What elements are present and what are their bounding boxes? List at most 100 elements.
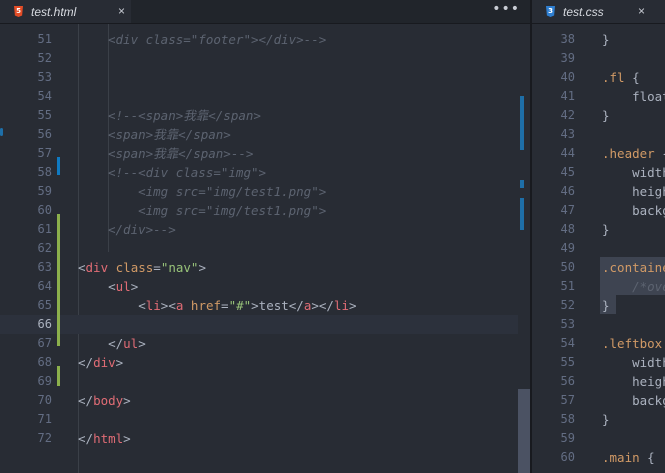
- code-line[interactable]: 61 </div>-->: [0, 220, 530, 239]
- code-line[interactable]: 58}: [532, 410, 665, 429]
- line-number: 53: [37, 70, 52, 84]
- line-code: <span>我靠</span>-->: [108, 144, 253, 163]
- close-tab-icon[interactable]: ×: [638, 4, 645, 18]
- code-line[interactable]: 57 backg: [532, 391, 665, 410]
- line-number: 62: [37, 241, 52, 255]
- code-line[interactable]: 59: [532, 429, 665, 448]
- code-line[interactable]: 45 width: [532, 163, 665, 182]
- line-code: </ul>: [78, 334, 146, 353]
- syntax-token: ul: [115, 279, 131, 294]
- line-number: 69: [37, 374, 52, 388]
- code-line[interactable]: 52: [0, 49, 530, 68]
- code-line[interactable]: 55 width: [532, 353, 665, 372]
- code-line[interactable]: 51 /*ove: [532, 277, 665, 296]
- code-editor[interactable]: 51 <div class="footer"></div>--> 52 53 54 55 <…: [0, 24, 530, 473]
- code-line[interactable]: 62: [0, 239, 530, 258]
- syntax-token: div: [93, 355, 116, 370]
- code-line[interactable]: 56 heigh: [532, 372, 665, 391]
- code-line[interactable]: 59 <img src="img/test1.png">: [0, 182, 530, 201]
- line-number: 40: [560, 70, 575, 84]
- line-number: 43: [560, 127, 575, 141]
- line-number: 64: [37, 279, 52, 293]
- code-line[interactable]: 56 <span>我靠</span>: [0, 125, 530, 144]
- syntax-token: width: [602, 165, 665, 180]
- code-line[interactable]: 42}: [532, 106, 665, 125]
- syntax-token: width: [602, 355, 665, 370]
- editor-window: 5 test.html × ••• 51 <div class="footer">…: [0, 0, 665, 473]
- code-line[interactable]: 64 <ul>: [0, 277, 530, 296]
- line-number: 65: [37, 298, 52, 312]
- code-line[interactable]: 60 <img src="img/test1.png">: [0, 201, 530, 220]
- scrollbar-thumb[interactable]: [518, 389, 530, 473]
- syntax-token: backg: [602, 393, 665, 408]
- syntax-token: ><: [160, 298, 176, 313]
- syntax-token: .header: [602, 146, 655, 161]
- vertical-scrollbar[interactable]: [518, 24, 530, 473]
- code-line[interactable]: 52}: [532, 296, 665, 315]
- code-line[interactable]: 48}: [532, 220, 665, 239]
- more-options-icon[interactable]: •••: [492, 1, 520, 17]
- code-line[interactable]: 63 <div class="nav">: [0, 258, 530, 277]
- syntax-token: float: [602, 89, 665, 104]
- line-number: 51: [560, 279, 575, 293]
- line-code: </body>: [78, 391, 131, 410]
- syntax-token: >: [130, 279, 139, 294]
- code-line[interactable]: 51 <div class="footer"></div>-->: [0, 30, 530, 49]
- line-number: 68: [37, 355, 52, 369]
- code-line[interactable]: 41 float: [532, 87, 665, 106]
- code-line[interactable]: 39: [532, 49, 665, 68]
- code-line[interactable]: 40 .fl {: [532, 68, 665, 87]
- syntax-token: >: [123, 431, 131, 446]
- code-line[interactable]: 53: [532, 315, 665, 334]
- line-code: .fl {: [602, 68, 640, 87]
- code-line[interactable]: 44 .header {: [532, 144, 665, 163]
- right-editor-pane: 3 test.css × 38} 39 40 .fl {41 float 42} 43 44…: [532, 0, 665, 473]
- code-line[interactable]: 58 <!--<div class="img">: [0, 163, 530, 182]
- code-line[interactable]: 54: [0, 87, 530, 106]
- line-number: 56: [37, 127, 52, 141]
- tab-test-html[interactable]: 5 test.html ×: [0, 0, 131, 23]
- line-number: 54: [37, 89, 52, 103]
- git-added-marker: [57, 366, 60, 386]
- close-tab-icon[interactable]: ×: [118, 4, 125, 18]
- code-line[interactable]: 50 .containe: [532, 258, 665, 277]
- git-added-marker: [57, 214, 60, 346]
- code-line[interactable]: 53: [0, 68, 530, 87]
- line-number: 60: [560, 450, 575, 464]
- code-line[interactable]: 38}: [532, 30, 665, 49]
- tab-test-css[interactable]: 3 test.css ×: [532, 0, 665, 23]
- syntax-token: <div class="footer"></div>-->: [108, 32, 327, 47]
- current-line[interactable]: 66: [0, 315, 530, 334]
- line-number: 46: [560, 184, 575, 198]
- line-code: <li><a href="#">test</a></li>: [78, 296, 356, 315]
- code-line[interactable]: 65 <li><a href="#">test</a></li>: [0, 296, 530, 315]
- code-line[interactable]: 67 </ul>: [0, 334, 530, 353]
- syntax-token: "#": [228, 298, 252, 313]
- code-line[interactable]: 49: [532, 239, 665, 258]
- line-code: backg: [602, 391, 665, 410]
- syntax-token: {: [655, 146, 665, 161]
- code-line[interactable]: 55 <!--<span>我靠</span>: [0, 106, 530, 125]
- code-line[interactable]: 57 <span>我靠</span>-->: [0, 144, 530, 163]
- code-line[interactable]: 69: [0, 372, 530, 391]
- css-code-editor[interactable]: 38}39 40 .fl {41 float42} 43 44.header {45 w…: [532, 24, 665, 473]
- code-line[interactable]: 71: [0, 410, 530, 429]
- code-line[interactable]: 47 backg: [532, 201, 665, 220]
- code-line[interactable]: 43: [532, 125, 665, 144]
- line-number: 61: [37, 222, 52, 236]
- syntax-token: <span>我靠</span>: [108, 127, 231, 142]
- syntax-token: ul: [123, 336, 139, 351]
- code-line[interactable]: 54 .leftbox: [532, 334, 665, 353]
- code-line[interactable]: 60 .main {: [532, 448, 665, 467]
- line-code: <ul>: [78, 277, 138, 296]
- syntax-token: [108, 260, 116, 275]
- code-line[interactable]: 70 </body>: [0, 391, 530, 410]
- line-number: 47: [560, 203, 575, 217]
- line-code: width: [602, 353, 665, 372]
- syntax-token: backg: [602, 203, 665, 218]
- code-line[interactable]: 68 </div>: [0, 353, 530, 372]
- code-line[interactable]: 46 heigh: [532, 182, 665, 201]
- line-code: }: [602, 296, 610, 315]
- code-line[interactable]: 72 </html>: [0, 429, 530, 448]
- line-number: 49: [560, 241, 575, 255]
